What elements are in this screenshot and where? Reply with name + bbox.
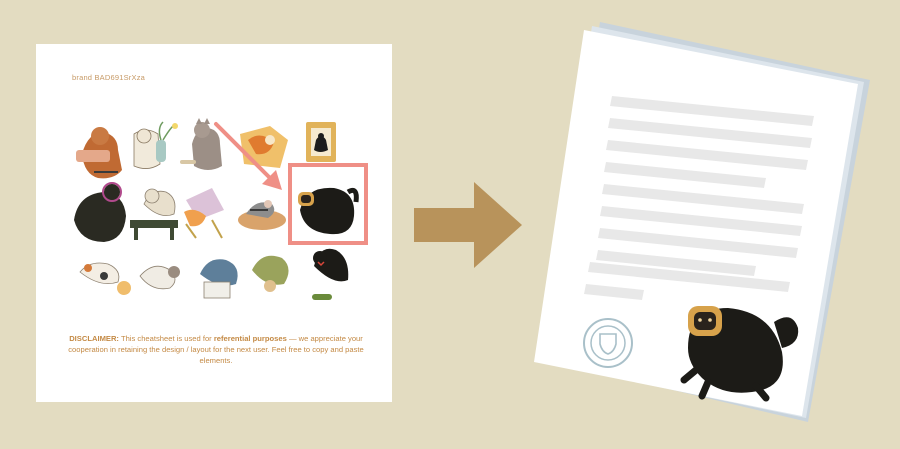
cat-sticker-toast-black xyxy=(298,187,359,235)
disclaimer-text-1: This cheatsheet is used for xyxy=(118,334,214,343)
disclaimer-label: DISCLAIMER: xyxy=(69,334,119,343)
cat-sticker-black-sitting xyxy=(313,248,349,282)
disclaimer-text: DISCLAIMER: This cheatsheet is used for … xyxy=(66,333,366,366)
cat-sticker-basket xyxy=(238,200,286,230)
cat-sticker-white-vase xyxy=(133,121,178,169)
cat-illustration-grid xyxy=(74,118,368,300)
cat-sticker-cream-table xyxy=(130,188,178,240)
right-arrow-icon xyxy=(414,182,522,268)
disclaimer-emphasis: referential purposes xyxy=(213,334,287,343)
cheatsheet-card: brand BAD691SrXza DISCLAIMER: This cheat… xyxy=(36,44,392,402)
cat-sticker-laptop xyxy=(184,188,224,239)
cat-sticker-tabby-brush xyxy=(76,127,122,179)
cat-sticker-calico-lying xyxy=(79,262,131,295)
cat-sticker-blue-box xyxy=(200,259,238,299)
cat-sticker-black-fat xyxy=(74,182,126,242)
document-stack xyxy=(534,22,870,422)
cat-sticker-framed-picture xyxy=(306,122,336,162)
cat-sticker-orange-box xyxy=(240,126,288,168)
cat-sticker-white-stretch xyxy=(139,265,180,290)
